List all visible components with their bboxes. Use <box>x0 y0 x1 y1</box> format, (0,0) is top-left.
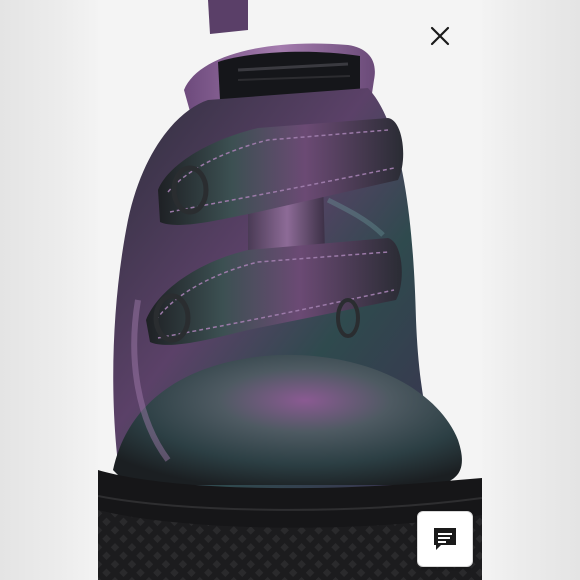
chat-icon <box>434 528 456 550</box>
chat-button[interactable] <box>417 511 473 567</box>
backdrop-left <box>0 0 98 580</box>
backdrop-right <box>482 0 580 580</box>
image-viewer <box>0 0 580 580</box>
close-button[interactable] <box>426 22 454 50</box>
product-photo <box>98 0 482 580</box>
heel-pull-tab <box>208 0 248 34</box>
close-icon <box>430 26 450 46</box>
sneaker-illustration <box>98 0 482 580</box>
